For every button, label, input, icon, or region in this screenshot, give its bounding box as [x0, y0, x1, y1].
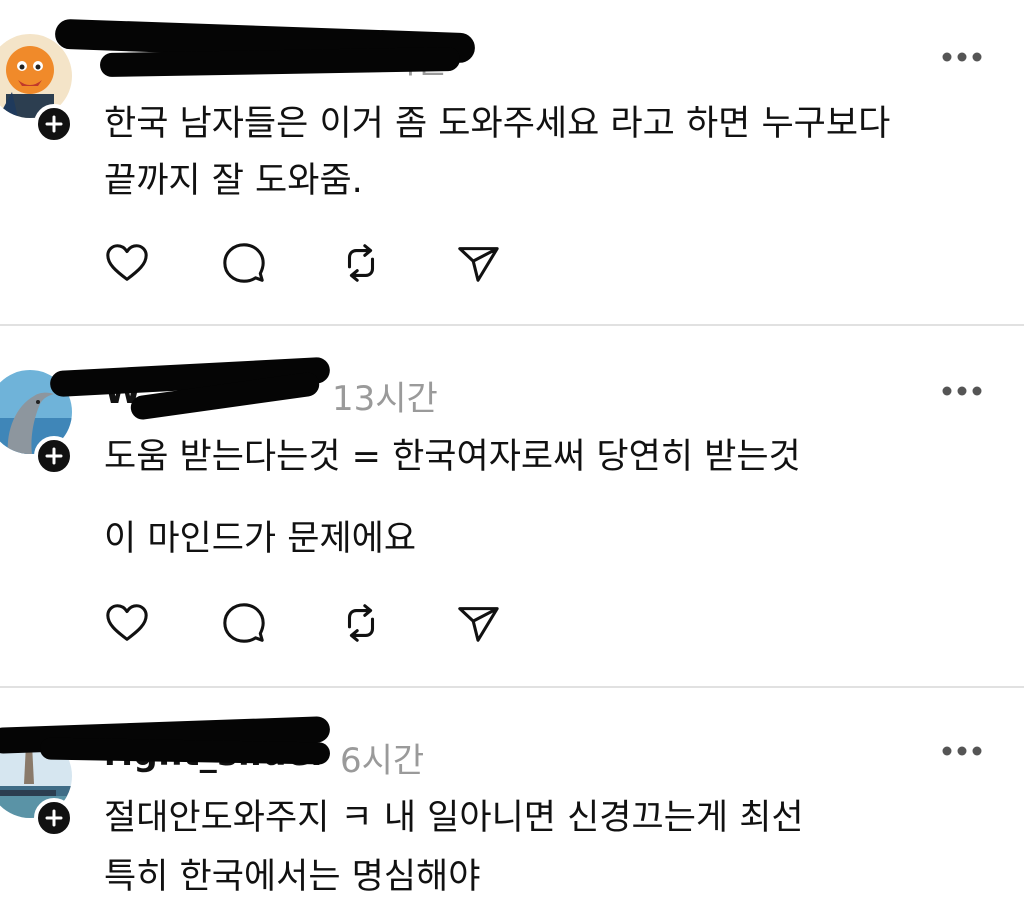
comment-button[interactable] — [221, 600, 267, 646]
plus-icon — [45, 447, 63, 465]
repost-icon — [347, 244, 375, 282]
comment-icon — [223, 603, 265, 643]
timestamp: 13시간 — [332, 379, 438, 419]
post-text-line: 도움 받는다는것 = 한국여자로써 당연히 받는것 — [104, 437, 801, 477]
more-options-button[interactable] — [940, 744, 984, 758]
comment-icon — [223, 243, 265, 283]
post-text-line: 특히 한국에서는 명심해야 — [104, 857, 481, 897]
plus-icon — [45, 809, 63, 827]
plus-icon — [45, 115, 63, 133]
heart-icon — [106, 604, 148, 641]
action-bar — [104, 240, 524, 286]
post-text-line: 한국 남자들은 이거 좀 도와주세요 라고 하면 누구보다 — [104, 104, 891, 144]
share-button[interactable] — [455, 600, 501, 646]
post-text-line: 절대안도와주지 ㅋ 내 일아니면 신경끄는게 최선 — [104, 798, 804, 838]
share-button[interactable] — [455, 240, 501, 286]
more-horizontal-icon — [942, 746, 982, 756]
follow-button[interactable] — [34, 436, 74, 476]
share-icon — [458, 247, 499, 282]
share-icon — [458, 607, 499, 642]
timestamp: 6시간 — [340, 741, 425, 781]
post-3: right_slider 6시간 절대안도와주지 ㅋ 내 일아니면 신경끄는게 … — [0, 688, 1024, 910]
comment-button[interactable] — [221, 240, 267, 286]
follow-button[interactable] — [34, 798, 74, 838]
post-text-line: 끝까지 잘 도와줌. — [104, 161, 363, 201]
post-text-line: 이 마인드가 문제에요 — [104, 519, 417, 559]
post-1: 시간 한국 남자들은 이거 좀 도와주세요 라고 하면 누구보다 끝까지 잘 도… — [0, 0, 1024, 324]
like-button[interactable] — [104, 240, 150, 286]
follow-button[interactable] — [34, 104, 74, 144]
more-horizontal-icon — [942, 386, 982, 396]
repost-button[interactable] — [338, 240, 384, 286]
redaction-mark — [39, 737, 331, 765]
action-bar — [104, 600, 524, 646]
repost-button[interactable] — [338, 600, 384, 646]
heart-icon — [106, 244, 148, 281]
post-2: W 13시간 도움 받는다는것 = 한국여자로써 당연히 받는것 이 마인드가 … — [0, 326, 1024, 686]
repost-icon — [347, 604, 375, 642]
more-options-button[interactable] — [940, 384, 984, 398]
more-horizontal-icon — [942, 52, 982, 62]
like-button[interactable] — [104, 600, 150, 646]
more-options-button[interactable] — [940, 50, 984, 64]
